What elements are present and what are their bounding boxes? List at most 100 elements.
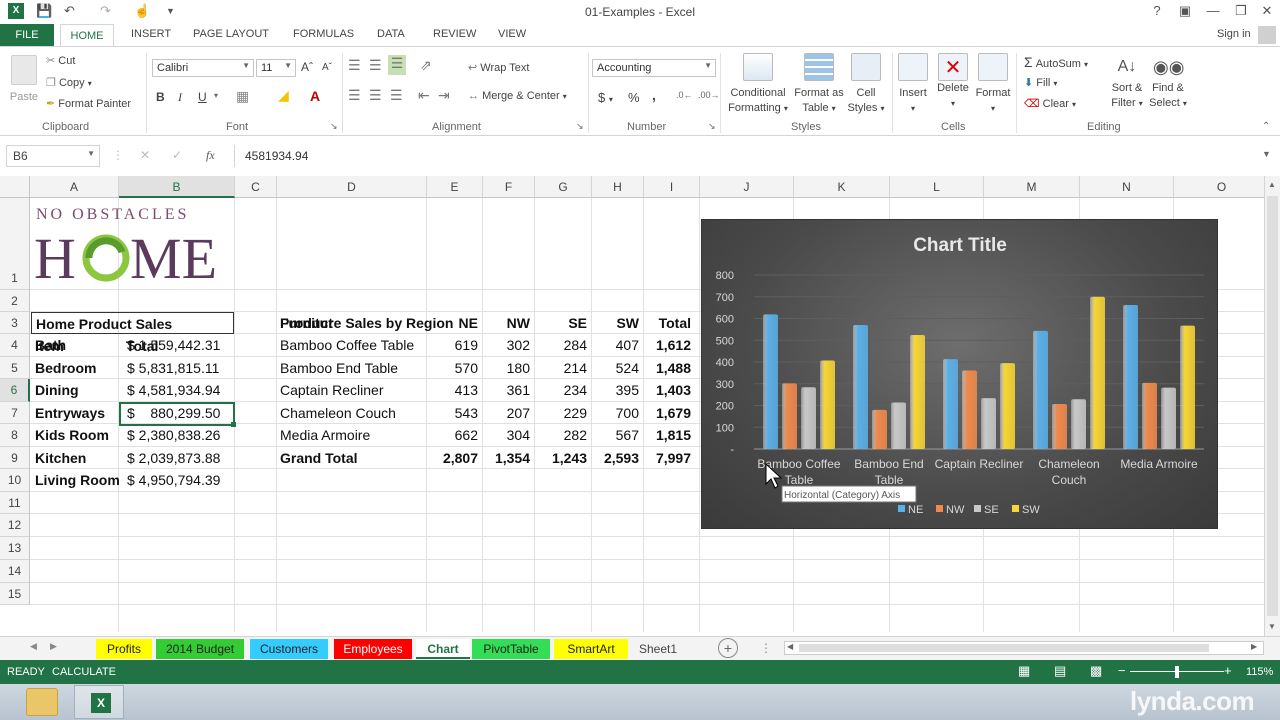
tab-view[interactable]: VIEW: [498, 28, 526, 40]
table-cell-item[interactable]: Bedroom: [31, 357, 100, 379]
table-cell[interactable]: 1,403: [643, 379, 695, 401]
grand-total-cell[interactable]: 2,807: [426, 447, 482, 469]
scroll-up-icon[interactable]: ▲: [1268, 180, 1276, 189]
grand-total-cell[interactable]: 1,354: [482, 447, 534, 469]
tab-review[interactable]: REVIEW: [433, 28, 476, 40]
table-cell[interactable]: Media Armoire: [276, 424, 426, 446]
table-cell[interactable]: 407: [591, 334, 643, 356]
scroll-thumb[interactable]: [1267, 196, 1278, 616]
ribbon-display-icon[interactable]: ▣: [1174, 3, 1196, 19]
row-header-15[interactable]: 15: [0, 583, 30, 605]
scroll-down-icon[interactable]: ▼: [1268, 622, 1276, 631]
table-cell-item[interactable]: Bath: [31, 334, 70, 356]
right-header-cell[interactable]: SW: [591, 312, 643, 334]
table-cell[interactable]: 234: [534, 379, 591, 401]
grand-total-cell[interactable]: 2,593: [591, 447, 643, 469]
percent-style-button[interactable]: %: [628, 90, 640, 105]
chevron-down-icon[interactable]: ▾: [214, 91, 218, 100]
table-cell[interactable]: 214: [534, 357, 591, 379]
align-middle-icon[interactable]: ☰: [369, 57, 382, 74]
dialog-launcher-icon[interactable]: ↘: [708, 121, 716, 132]
table-cell-total[interactable]: $ 4,950,794.39: [123, 469, 224, 491]
table-cell[interactable]: 567: [591, 424, 643, 446]
decrease-indent-icon[interactable]: ⇤: [418, 87, 430, 104]
table-cell[interactable]: 662: [426, 424, 482, 446]
row-header-12[interactable]: 12: [0, 514, 30, 537]
find-select-button[interactable]: ◉◉ Find & Select ▾: [1148, 53, 1188, 111]
align-left-icon[interactable]: ☰: [348, 87, 361, 104]
tab-file[interactable]: FILE: [0, 24, 54, 46]
table-cell[interactable]: 361: [482, 379, 534, 401]
name-box[interactable]: B6 ▼: [6, 145, 100, 167]
zoom-level[interactable]: 115%: [1246, 666, 1273, 678]
right-header-cell[interactable]: SE: [534, 312, 591, 334]
format-as-table-button[interactable]: Format as Table ▾: [794, 53, 844, 116]
table-cell[interactable]: 180: [482, 357, 534, 379]
column-header-b[interactable]: B: [119, 176, 235, 198]
conditional-formatting-button[interactable]: Conditional Formatting ▾: [724, 53, 792, 116]
column-header-c[interactable]: C: [235, 176, 277, 198]
zoom-slider-thumb[interactable]: [1175, 666, 1179, 678]
autosum-button[interactable]: Σ AutoSum ▾: [1024, 54, 1088, 70]
row-header-9[interactable]: 9: [0, 447, 30, 469]
column-header-h[interactable]: H: [592, 176, 644, 198]
row-header-3[interactable]: 3: [0, 312, 30, 334]
align-center-icon[interactable]: ☰: [369, 87, 382, 104]
row-header-7[interactable]: 7: [0, 402, 30, 424]
column-header-l[interactable]: L: [890, 176, 984, 198]
orientation-icon[interactable]: ⇗: [420, 57, 432, 74]
tab-page-layout[interactable]: PAGE LAYOUT: [193, 28, 269, 40]
paste-button[interactable]: Paste: [6, 55, 42, 105]
scroll-right-icon[interactable]: ▶: [1251, 642, 1257, 651]
copy-button[interactable]: ❐ Copy ▾: [46, 76, 92, 89]
row-header-10[interactable]: 10: [0, 469, 30, 492]
comma-style-button[interactable]: ,: [652, 87, 656, 103]
help-button[interactable]: ?: [1146, 3, 1168, 18]
table-cell[interactable]: Bamboo End Table: [276, 357, 426, 379]
enter-icon[interactable]: ✓: [172, 148, 182, 162]
table-cell[interactable]: 413: [426, 379, 482, 401]
horizontal-scrollbar[interactable]: ◀ ▶: [784, 641, 1264, 655]
column-header-d[interactable]: D: [277, 176, 427, 198]
table-cell[interactable]: 524: [591, 357, 643, 379]
align-top-icon[interactable]: ☰: [348, 57, 361, 74]
table-cell-total[interactable]: $ 4,581,934.94: [123, 379, 224, 401]
sheet-tab-employees[interactable]: Employees: [334, 639, 412, 659]
font-color-icon[interactable]: A: [310, 88, 320, 104]
table-cell[interactable]: 543: [426, 402, 482, 424]
column-header-k[interactable]: K: [794, 176, 890, 198]
table-cell[interactable]: 207: [482, 402, 534, 424]
normal-view-icon[interactable]: ▦: [1018, 663, 1030, 679]
cell-styles-button[interactable]: Cell Styles ▾: [846, 53, 886, 116]
fill-button[interactable]: ⬇ Fill ▾: [1024, 76, 1057, 89]
bold-button[interactable]: B: [156, 90, 165, 104]
page-break-view-icon[interactable]: ▩: [1090, 663, 1102, 679]
right-header-cell[interactable]: Total: [643, 312, 695, 334]
tab-home[interactable]: HOME: [60, 24, 114, 47]
sheet-tab-smartart[interactable]: SmartArt: [554, 639, 628, 659]
font-name-select[interactable]: Calibri ▼: [152, 59, 254, 77]
close-icon[interactable]: ✕: [1256, 3, 1278, 19]
chart[interactable]: Chart Title 800 700 600 500 400 300 200 100 - Bamb…: [701, 219, 1218, 529]
table-cell-item[interactable]: Dining: [31, 379, 83, 401]
status-calculate[interactable]: CALCULATE: [52, 666, 116, 678]
format-painter-button[interactable]: ✒ Format Painter: [46, 97, 131, 110]
underline-button[interactable]: U: [198, 90, 207, 104]
table-cell[interactable]: 1,488: [643, 357, 695, 379]
column-header-a[interactable]: A: [30, 176, 119, 198]
collapse-ribbon-icon[interactable]: ⌃: [1262, 121, 1270, 132]
column-header-g[interactable]: G: [535, 176, 592, 198]
page-layout-view-icon[interactable]: ▤: [1054, 663, 1066, 679]
grow-font-icon[interactable]: Aˆ: [301, 60, 313, 74]
cut-button[interactable]: ✂ Cut: [46, 54, 75, 67]
right-header-cell[interactable]: NW: [482, 312, 534, 334]
table-cell[interactable]: 282: [534, 424, 591, 446]
fill-handle[interactable]: [231, 422, 236, 427]
insert-cells-button[interactable]: Insert ▾: [896, 53, 930, 116]
table-cell[interactable]: 395: [591, 379, 643, 401]
excel-taskbar-button[interactable]: X: [74, 685, 124, 719]
column-header-f[interactable]: F: [483, 176, 535, 198]
increase-indent-icon[interactable]: ⇥: [438, 87, 450, 104]
tab-data[interactable]: DATA: [377, 28, 405, 40]
fill-color-icon[interactable]: ◢: [278, 87, 289, 104]
